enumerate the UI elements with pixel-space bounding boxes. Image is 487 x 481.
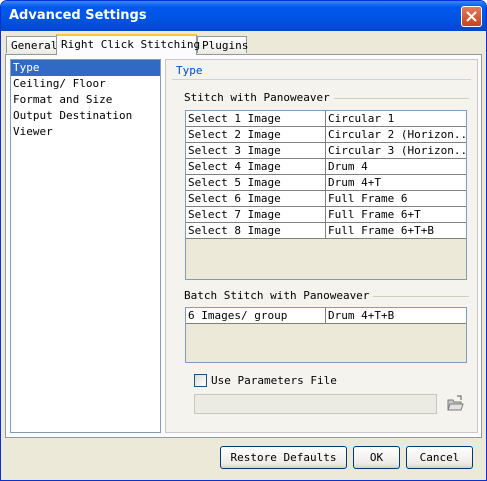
tab-plugins-label: Plugins [202,39,249,52]
use-parameters-file-label[interactable]: Use Parameters File [211,374,337,387]
settings-content-panel: Type Stitch with Panoweaver Select 1 Ima… [165,59,478,433]
table-row[interactable]: Select 2 Image Circular 2 (Horizon... [186,127,466,143]
close-button[interactable] [461,6,482,27]
image-count-cell: Select 3 Image [186,143,326,159]
sidebar-item-viewer[interactable]: Viewer [11,124,160,140]
image-count-cell: Select 4 Image [186,159,326,175]
images-per-group-cell: 6 Images/ group [186,308,326,324]
folder-open-icon [447,395,464,411]
table-row[interactable]: Select 8 Image Full Frame 6+T+B [186,223,466,239]
advanced-settings-dialog: Advanced Settings General Right Click St… [0,0,487,481]
stitch-type-cell[interactable]: Circular 2 (Horizon... [326,127,466,143]
batch-mapping-table[interactable]: 6 Images/ group Drum 4+T+B [185,307,467,363]
tab-right-click-stitching[interactable]: Right Click Stitching [56,34,201,55]
image-count-cell: Select 8 Image [186,223,326,239]
sidebar-item-output-destination[interactable]: Output Destination [11,108,160,124]
image-count-cell: Select 2 Image [186,127,326,143]
table-row[interactable]: Select 6 Image Full Frame 6 [186,191,466,207]
tab-plugins[interactable]: Plugins [197,36,249,53]
tab-general[interactable]: General [6,36,57,53]
tab-right-click-stitching-label: Right Click Stitching [61,38,201,51]
table-row[interactable]: Select 3 Image Circular 3 (Horizon... [186,143,466,159]
restore-defaults-button[interactable]: Restore Defaults [220,446,347,469]
window-title: Advanced Settings [9,8,147,23]
table-row[interactable]: Select 4 Image Drum 4 [186,159,466,175]
image-count-cell: Select 6 Image [186,191,326,207]
sidebar-item-ceiling-floor[interactable]: Ceiling/ Floor [11,76,160,92]
close-icon [466,11,477,22]
browse-folder-button[interactable] [446,395,464,413]
table-row[interactable]: Select 5 Image Drum 4+T [186,175,466,191]
image-count-cell: Select 7 Image [186,207,326,223]
image-count-cell: Select 1 Image [186,111,326,127]
table-row[interactable]: Select 7 Image Full Frame 6+T [186,207,466,223]
stitch-type-cell[interactable]: Drum 4+T [326,175,466,191]
image-count-cell: Select 5 Image [186,175,326,191]
batch-group-label: Batch Stitch with Panoweaver [184,289,374,302]
title-bar[interactable]: Advanced Settings [1,1,486,31]
stitch-type-cell[interactable]: Full Frame 6+T [326,207,466,223]
stitch-type-cell[interactable]: Circular 1 [326,111,466,127]
stitch-mapping-table[interactable]: Select 1 Image Circular 1 Select 2 Image C… [185,110,467,280]
parameters-file-path-field[interactable] [194,394,437,414]
tab-general-label: General [11,39,58,52]
sidebar-item-format-and-size[interactable]: Format and Size [11,92,160,108]
section-header: Type [176,64,203,77]
settings-category-list[interactable]: Type Ceiling/ Floor Format and Size Outp… [10,59,161,433]
table-row[interactable]: Select 1 Image Circular 1 [186,111,466,127]
table-row[interactable]: 6 Images/ group Drum 4+T+B [186,308,466,324]
batch-stitch-type-cell[interactable]: Drum 4+T+B [326,308,466,324]
use-parameters-file-checkbox[interactable] [194,374,207,387]
stitch-type-cell[interactable]: Circular 3 (Horizon... [326,143,466,159]
tab-panel: Type Ceiling/ Floor Format and Size Outp… [5,54,482,438]
section-header-divider [172,79,471,80]
stitch-type-cell[interactable]: Drum 4 [326,159,466,175]
cancel-button[interactable]: Cancel [406,446,473,469]
ok-button[interactable]: OK [353,446,400,469]
sidebar-item-type[interactable]: Type [11,60,160,76]
stitch-group-label: Stitch with Panoweaver [184,91,334,104]
stitch-type-cell[interactable]: Full Frame 6 [326,191,466,207]
stitch-type-cell[interactable]: Full Frame 6+T+B [326,223,466,239]
